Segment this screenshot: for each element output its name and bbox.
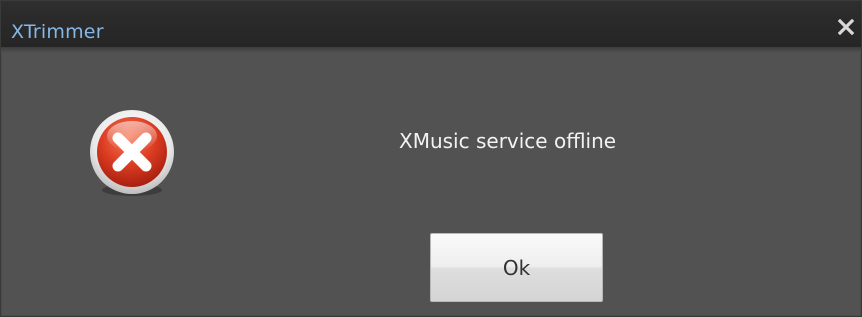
ok-button[interactable]: Ok (430, 233, 603, 302)
close-button[interactable] (835, 16, 857, 38)
title-bar[interactable]: XTrimmer (1, 1, 861, 53)
dialog-window: XTrimmer XMusic service offline Ok (0, 0, 862, 317)
error-icon (90, 110, 174, 196)
close-icon (838, 19, 854, 35)
ok-button-label: Ok (502, 255, 531, 280)
error-message: XMusic service offline (399, 129, 617, 153)
window-title: XTrimmer (11, 21, 104, 43)
